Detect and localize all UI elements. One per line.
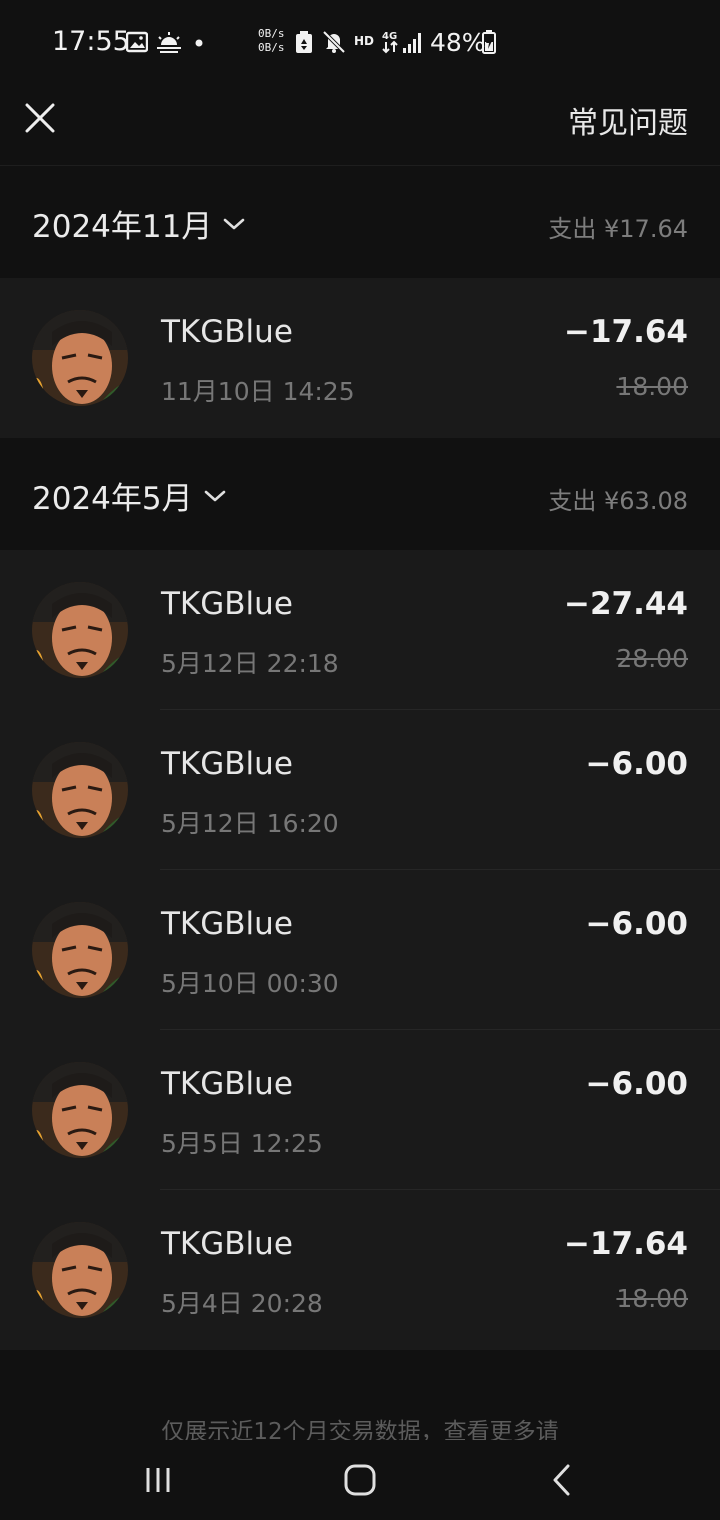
transaction-list: TKGBlue 11月10日 14:25 −17.64 18.00 — [0, 278, 720, 438]
avatar — [32, 902, 128, 998]
mute-icon — [322, 30, 346, 54]
status-speed: 0B/s 0B/s — [258, 27, 285, 54]
portrait-avatar-icon — [32, 902, 128, 998]
svg-text:4G: 4G — [382, 31, 397, 42]
payee-name: TKGBlue — [161, 1066, 293, 1102]
month-title: 2024年11月 — [32, 209, 213, 245]
network-4g-icon: 4G — [382, 31, 398, 54]
weather-icon — [157, 32, 181, 53]
transaction-time: 5月12日 22:18 — [161, 649, 339, 678]
top-bar: 常见问题 — [0, 84, 720, 166]
payee-name: TKGBlue — [161, 746, 293, 782]
avatar — [32, 582, 128, 678]
transaction-row[interactable]: TKGBlue 11月10日 14:25 −17.64 18.00 — [0, 278, 720, 438]
status-time: 17:55 — [52, 26, 130, 57]
transaction-time: 5月10日 00:30 — [161, 969, 339, 998]
signal-icon — [403, 33, 421, 53]
status-hd: HD — [354, 34, 375, 48]
faq-link[interactable]: 常见问题 — [568, 98, 688, 142]
month-header: 2024年11月 支出 ¥17.64 — [0, 167, 720, 277]
transaction-amount: −6.00 — [585, 1066, 688, 1102]
portrait-avatar-icon — [32, 1222, 128, 1318]
portrait-avatar-icon — [32, 582, 128, 678]
battery-icon — [482, 30, 496, 54]
chevron-down-icon — [224, 218, 245, 229]
transaction-time: 5月5日 12:25 — [161, 1129, 323, 1158]
transaction-row[interactable]: TKGBlue 5月10日 00:30 −6.00 — [0, 870, 720, 1030]
transaction-amount: −17.64 — [563, 1226, 688, 1262]
recents-icon[interactable] — [138, 1460, 178, 1500]
close-icon[interactable] — [20, 98, 60, 138]
transaction-time: 5月12日 16:20 — [161, 809, 339, 838]
original-price: 18.00 — [616, 1284, 688, 1313]
transaction-time: 11月10日 14:25 — [161, 377, 355, 406]
status-bar: 17:55 0B/s 0B/s HD 4G 48% — [0, 0, 720, 84]
transaction-row[interactable]: TKGBlue 5月12日 16:20 −6.00 — [0, 710, 720, 870]
portrait-avatar-icon — [32, 742, 128, 838]
month-selector[interactable]: 2024年11月 — [32, 201, 246, 246]
footer-note: 仅展示近12个月交易数据，查看更多请 — [0, 1412, 720, 1442]
portrait-avatar-icon — [32, 310, 128, 406]
home-icon[interactable] — [340, 1460, 380, 1500]
transaction-row[interactable]: TKGBlue 5月5日 12:25 −6.00 — [0, 1030, 720, 1190]
month-header: 2024年5月 支出 ¥63.08 — [0, 439, 720, 549]
transaction-row[interactable]: TKGBlue 5月4日 20:28 −17.64 18.00 — [0, 1190, 720, 1350]
footer-note-text[interactable]: 仅展示近12个月交易数据，查看更多请 — [161, 1419, 558, 1442]
month-title: 2024年5月 — [32, 481, 193, 517]
payee-name: TKGBlue — [161, 1226, 293, 1262]
month-total: 支出 ¥63.08 — [548, 487, 688, 515]
original-price: 18.00 — [616, 372, 688, 401]
transaction-amount: −6.00 — [585, 906, 688, 942]
portrait-avatar-icon — [32, 1062, 128, 1158]
month-selector[interactable]: 2024年5月 — [32, 473, 227, 518]
transaction-row[interactable]: TKGBlue 5月12日 22:18 −27.44 28.00 — [0, 550, 720, 710]
back-icon[interactable] — [542, 1460, 582, 1500]
month-total: 支出 ¥17.64 — [548, 215, 688, 243]
original-price: 28.00 — [616, 644, 688, 673]
transaction-list: TKGBlue 5月12日 22:18 −27.44 28.00 TKGBlue… — [0, 550, 720, 1350]
payee-name: TKGBlue — [161, 314, 293, 350]
transaction-amount: −17.64 — [563, 314, 688, 350]
chevron-down-icon — [204, 490, 225, 501]
recycle-icon — [296, 31, 312, 53]
battery-percent: 48% — [430, 28, 486, 57]
transaction-time: 5月4日 20:28 — [161, 1289, 323, 1318]
avatar — [32, 1062, 128, 1158]
transaction-amount: −6.00 — [585, 746, 688, 782]
system-nav-bar — [0, 1440, 720, 1520]
image-icon — [126, 31, 148, 53]
payee-name: TKGBlue — [161, 586, 293, 622]
avatar — [32, 310, 128, 406]
dot-icon — [195, 39, 203, 47]
avatar — [32, 1222, 128, 1318]
avatar — [32, 742, 128, 838]
transaction-amount: −27.44 — [563, 586, 688, 622]
payee-name: TKGBlue — [161, 906, 293, 942]
